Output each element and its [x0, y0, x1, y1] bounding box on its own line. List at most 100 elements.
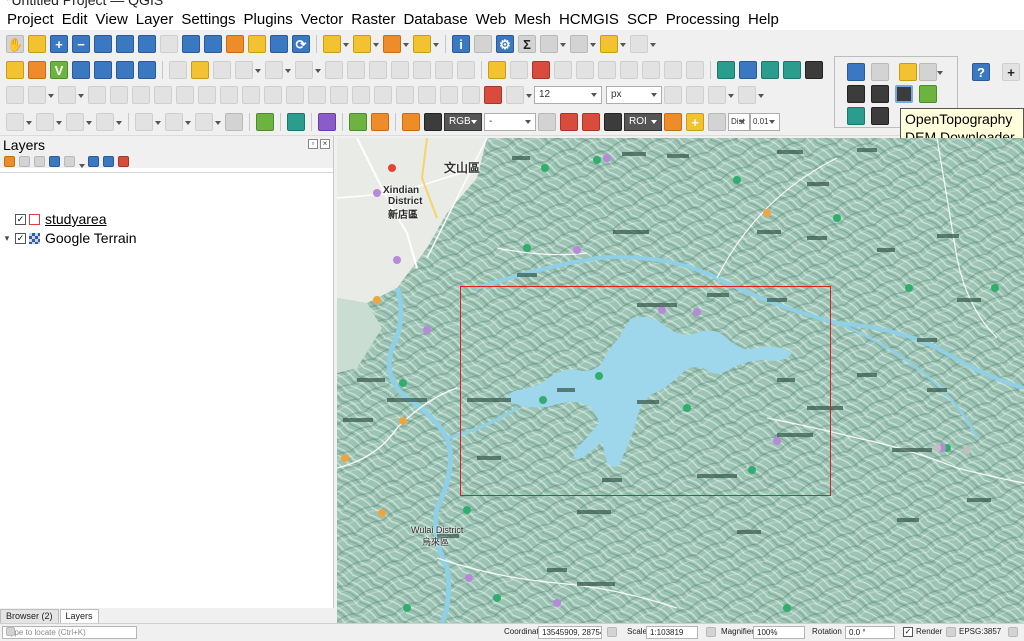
crs-button[interactable]: EPSG:3857 [959, 627, 1001, 636]
remove-layer-icon[interactable] [118, 155, 129, 167]
opentopography-dem-icon[interactable] [895, 85, 913, 103]
digitize-icon[interactable] [6, 86, 24, 104]
menu-plugins[interactable]: Plugins [241, 11, 298, 28]
map-canvas[interactable]: 文山區 Xindian District 新店區 Wulai District … [337, 138, 1024, 623]
redo-icon[interactable] [457, 61, 475, 79]
zoom-to-selection-icon[interactable] [116, 35, 134, 53]
chevron-down-icon[interactable] [620, 35, 626, 53]
scp-redo-icon[interactable] [708, 113, 726, 131]
measure-icon[interactable] [540, 35, 558, 53]
magnifier-spinbox[interactable]: 100% [753, 626, 805, 639]
scp-search-icon[interactable] [424, 113, 442, 131]
layer-row-google-terrain[interactable]: ▾ ✓ Google Terrain [2, 229, 137, 247]
current-edits-icon[interactable] [169, 61, 187, 79]
zoom-native-icon[interactable] [160, 35, 178, 53]
chevron-down-icon[interactable] [56, 113, 62, 131]
chevron-down-icon[interactable] [315, 61, 321, 79]
scp-spectral-icon[interactable] [560, 113, 578, 131]
close-icon[interactable]: × [320, 139, 330, 149]
scp-plot-icon[interactable] [582, 113, 600, 131]
statistics-sum-icon[interactable]: Σ [518, 35, 536, 53]
label-highlight-icon[interactable] [532, 61, 550, 79]
refresh-icon[interactable]: ⟳ [292, 35, 310, 53]
scp-dock-icon[interactable] [287, 113, 305, 131]
plugin-opentopo-icon[interactable] [871, 85, 889, 103]
diagram-icon[interactable] [642, 61, 660, 79]
attribute-table-icon[interactable] [474, 35, 492, 53]
share-icon[interactable] [256, 113, 274, 131]
map-tips-icon[interactable] [600, 35, 618, 53]
chevron-down-icon[interactable] [215, 113, 221, 131]
snapping-mode-icon[interactable] [506, 86, 524, 104]
topology-icon[interactable] [686, 86, 704, 104]
rotation-spinbox[interactable]: 0.0 ° [845, 626, 895, 639]
help-book-icon[interactable]: ? [972, 63, 990, 81]
plugin-globe-icon[interactable] [919, 85, 937, 103]
digitize-icon[interactable] [58, 86, 76, 104]
digitize-icon[interactable] [198, 86, 216, 104]
chevron-down-icon[interactable] [937, 63, 943, 81]
zoom-to-layer-icon[interactable] [138, 35, 156, 53]
label-props-icon[interactable] [664, 61, 682, 79]
menu-vector[interactable]: Vector [298, 11, 349, 28]
plugin-globe-icon[interactable] [761, 61, 779, 79]
delete-selected-icon[interactable] [347, 61, 365, 79]
chevron-down-icon[interactable] [86, 113, 92, 131]
cut-features-icon[interactable] [369, 61, 387, 79]
locator-search-input[interactable]: Type to locate (Ctrl+K) [2, 626, 137, 639]
collapse-all-icon[interactable] [103, 155, 114, 167]
plugin-earth-icon[interactable] [871, 107, 889, 125]
render-checkbox[interactable]: ✓ [903, 627, 913, 637]
show-bookmarks-icon[interactable] [248, 35, 266, 53]
digitize-icon[interactable] [264, 86, 282, 104]
chevron-down-icon[interactable] [650, 35, 656, 53]
label-toolbar-icon[interactable] [488, 61, 506, 79]
snap-unit-select[interactable]: px [606, 86, 662, 104]
chevron-down-icon[interactable] [403, 35, 409, 53]
scp-workflow-icon[interactable] [318, 113, 336, 131]
scp-add-icon[interactable]: + [686, 113, 704, 131]
label-change-icon[interactable] [598, 61, 616, 79]
shield-plugin-icon[interactable] [225, 113, 243, 131]
move-feature-icon[interactable] [295, 61, 313, 79]
layer-row-studyarea[interactable]: ✓ studyarea [12, 210, 106, 228]
label-rotate-icon[interactable] [576, 61, 594, 79]
lock-icon[interactable] [706, 627, 716, 637]
chevron-down-icon[interactable] [78, 86, 84, 104]
save-edits-icon[interactable] [213, 61, 231, 79]
copy-features-icon[interactable] [391, 61, 409, 79]
scp-roi-icon[interactable] [664, 113, 682, 131]
digitize-icon[interactable] [330, 86, 348, 104]
menu-project[interactable]: Project [4, 11, 59, 28]
self-snap-icon[interactable] [708, 86, 726, 104]
chevron-down-icon[interactable] [590, 35, 596, 53]
toggle-extents-icon[interactable] [607, 627, 617, 637]
chevron-down-icon[interactable] [285, 61, 291, 79]
scale-select[interactable]: 1:103819 [646, 626, 698, 639]
plugin-binoculars-icon[interactable] [847, 85, 865, 103]
measure-line-icon[interactable] [570, 35, 588, 53]
menu-layer[interactable]: Layer [133, 11, 179, 28]
add-feature-icon[interactable] [235, 61, 253, 79]
rgb-select[interactable]: RGB [444, 113, 482, 131]
layer-visibility-checkbox[interactable]: ✓ [15, 213, 26, 225]
band-select[interactable]: - [484, 113, 536, 131]
crosshair-icon[interactable]: + [1002, 63, 1020, 81]
pan-to-selection-icon[interactable] [28, 35, 46, 53]
open-data-source-icon[interactable] [6, 61, 24, 79]
roi-select[interactable]: ROI [624, 113, 662, 131]
python-console-icon[interactable] [847, 63, 865, 81]
scp-roi-search-icon[interactable] [604, 113, 622, 131]
menu-help[interactable]: Help [745, 11, 784, 28]
digitize-icon[interactable] [242, 86, 260, 104]
chevron-down-icon[interactable] [560, 35, 566, 53]
digitize-icon[interactable] [462, 86, 480, 104]
plugin-georef-icon[interactable] [717, 61, 735, 79]
add-mesh-layer-icon[interactable] [94, 61, 112, 79]
chevron-down-icon[interactable] [48, 86, 54, 104]
new-bookmark-icon[interactable] [226, 35, 244, 53]
plugin-web-icon[interactable] [783, 61, 801, 79]
chevron-down-icon[interactable] [758, 86, 764, 104]
add-layer-icon[interactable] [28, 61, 46, 79]
digitize-icon[interactable] [6, 113, 24, 131]
